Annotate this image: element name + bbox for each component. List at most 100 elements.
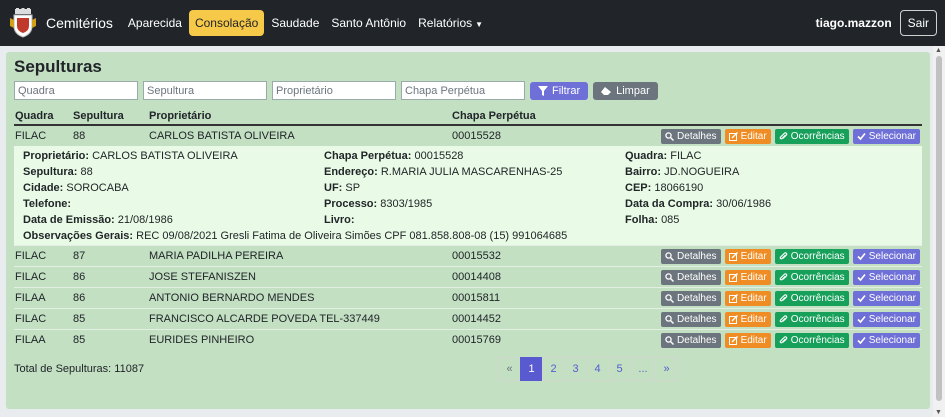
detalhes-button[interactable]: Detalhes (661, 332, 721, 348)
editar-button[interactable]: Editar (724, 128, 771, 144)
header-proprietario[interactable]: Proprietário (148, 109, 451, 126)
search-icon (665, 314, 675, 324)
ocorrencias-button[interactable]: Ocorrências (774, 128, 849, 144)
check-icon (857, 336, 866, 344)
table-row[interactable]: FILAA 85 EURIDES PINHEIRO 00015769 Detalhes … (14, 329, 922, 351)
header-chapa-perpetua[interactable]: Chapa Perpétua (451, 109, 621, 126)
ocorrencias-button[interactable]: Ocorrências (774, 332, 849, 348)
header-sepultura[interactable]: Sepultura (72, 109, 148, 126)
cell-chapa: 00014408 (451, 266, 621, 288)
detalhes-button[interactable]: Detalhes (661, 290, 721, 306)
cell-sepultura: 87 (72, 245, 148, 267)
nav-santo-antonio[interactable]: Santo Antônio (326, 10, 411, 36)
brand-title[interactable]: Cemitérios (46, 15, 113, 31)
page-4[interactable]: 4 (586, 356, 609, 381)
edit-icon (728, 335, 738, 345)
cell-quadra: FILAA (14, 287, 72, 309)
table-row[interactable]: FILAC 88 CARLOS BATISTA OLIVEIRA 0001552… (14, 124, 922, 146)
cell-sepultura: 86 (72, 287, 148, 309)
editar-button[interactable]: Editar (724, 269, 771, 285)
row-actions: Detalhes Editar Ocorrências Selecionar (621, 245, 922, 267)
ocorrencias-label: Ocorrências (790, 292, 845, 304)
editar-button[interactable]: Editar (724, 290, 771, 306)
edit-icon (728, 131, 738, 141)
ocorrencias-label: Ocorrências (790, 271, 845, 283)
sepultura-input[interactable] (143, 81, 267, 100)
page-3[interactable]: 3 (564, 356, 587, 381)
detail-cep: CEP: 18066190 (625, 182, 704, 194)
table-row[interactable]: FILAA 86 ANTONIO BERNARDO MENDES 00015811 De… (14, 287, 922, 309)
detail-data-emissao: Data de Emissão: 21/08/1986 (23, 214, 173, 226)
selecionar-label: Selecionar (868, 334, 916, 346)
coat-of-arms-logo[interactable] (8, 8, 38, 38)
filtrar-button[interactable]: Filtrar (530, 81, 589, 100)
check-icon (857, 252, 866, 260)
selecionar-button[interactable]: Selecionar (852, 332, 920, 348)
ocorrencias-button[interactable]: Ocorrências (774, 311, 849, 327)
page-next[interactable]: » (655, 356, 678, 381)
nav-aparecida[interactable]: Aparecida (123, 10, 187, 36)
selecionar-button[interactable]: Selecionar (852, 248, 920, 264)
proprietario-input[interactable] (272, 81, 396, 100)
detail-folha: Folha: 085 (625, 214, 680, 226)
editar-button[interactable]: Editar (724, 311, 771, 327)
quadra-input[interactable] (14, 81, 138, 100)
nav-relatorios-dropdown[interactable]: Relatórios ▼ (413, 10, 488, 36)
cell-chapa: 00015811 (451, 287, 621, 309)
selecionar-button[interactable]: Selecionar (852, 269, 920, 285)
page-ellipsis[interactable]: ... (630, 356, 656, 381)
row-actions: Detalhes Editar Ocorrências Selecionar (621, 287, 922, 309)
detalhes-button[interactable]: Detalhes (661, 269, 721, 285)
ocorrencias-button[interactable]: Ocorrências (774, 269, 849, 285)
detalhes-button[interactable]: Detalhes (661, 311, 721, 327)
page-2[interactable]: 2 (542, 356, 565, 381)
table-row[interactable]: FILAC 86 JOSE STEFANISZEN 00014408 Detalhes … (14, 266, 922, 288)
nav-saudade[interactable]: Saudade (266, 10, 324, 36)
check-icon (857, 132, 866, 140)
editar-label: Editar (740, 130, 767, 142)
page-5[interactable]: 5 (608, 356, 631, 381)
cell-quadra: FILAC (14, 266, 72, 288)
page-title: Sepulturas (14, 57, 102, 76)
table-header: Quadra Sepultura Proprietário Chapa Perp… (14, 109, 922, 126)
selecionar-button[interactable]: Selecionar (852, 311, 920, 327)
editar-button[interactable]: Editar (724, 332, 771, 348)
cell-quadra: FILAA (14, 329, 72, 351)
ocorrencias-button[interactable]: Ocorrências (774, 248, 849, 264)
ocorrencias-label: Ocorrências (790, 250, 845, 262)
scroll-up-arrow-icon[interactable]: ▲ (935, 47, 942, 54)
header-quadra[interactable]: Quadra (14, 109, 72, 126)
vertical-scrollbar[interactable]: ▲ ▼ (933, 46, 945, 417)
cell-proprietario: MARIA PADILHA PEREIRA (148, 245, 451, 267)
scroll-down-arrow-icon[interactable]: ▼ (935, 409, 942, 416)
cell-sepultura: 85 (72, 308, 148, 330)
scroll-thumb[interactable] (936, 56, 942, 401)
selecionar-label: Selecionar (868, 250, 916, 262)
paperclip-icon (779, 131, 788, 139)
header-actions (621, 109, 922, 126)
table-row[interactable]: FILAC 85 FRANCISCO ALCARDE POVEDA TEL-3374… (14, 308, 922, 330)
cell-proprietario: JOSE STEFANISZEN (148, 266, 451, 288)
selecionar-button[interactable]: Selecionar (852, 290, 920, 306)
ocorrencias-button[interactable]: Ocorrências (774, 290, 849, 306)
limpar-button[interactable]: Limpar (593, 81, 658, 100)
page-prev[interactable]: « (498, 356, 521, 381)
detail-telefone: Telefone: (23, 198, 72, 210)
table-row[interactable]: FILAC 87 MARIA PADILHA PEREIRA 00015532 Deta… (14, 245, 922, 267)
search-icon (665, 131, 675, 141)
cell-sepultura: 88 (72, 124, 148, 146)
detalhes-button[interactable]: Detalhes (661, 248, 721, 264)
editar-button[interactable]: Editar (724, 248, 771, 264)
page-1[interactable]: 1 (520, 356, 543, 381)
logout-button[interactable]: Sair (899, 10, 937, 36)
ocorrencias-label: Ocorrências (790, 313, 845, 325)
detalhes-label: Detalhes (677, 334, 717, 346)
sepulturas-panel: Sepulturas Filtrar Limpar Quadra Sepultu… (6, 52, 930, 409)
selecionar-button[interactable]: Selecionar (852, 128, 920, 144)
detalhes-button[interactable]: Detalhes (661, 128, 721, 144)
chapa-perpetua-input[interactable] (401, 81, 525, 100)
user-area: tiago.mazzon Sair (816, 10, 937, 36)
nav-consolacao[interactable]: Consolação (188, 10, 265, 36)
paperclip-icon (779, 272, 788, 280)
cell-chapa: 00014452 (451, 308, 621, 330)
